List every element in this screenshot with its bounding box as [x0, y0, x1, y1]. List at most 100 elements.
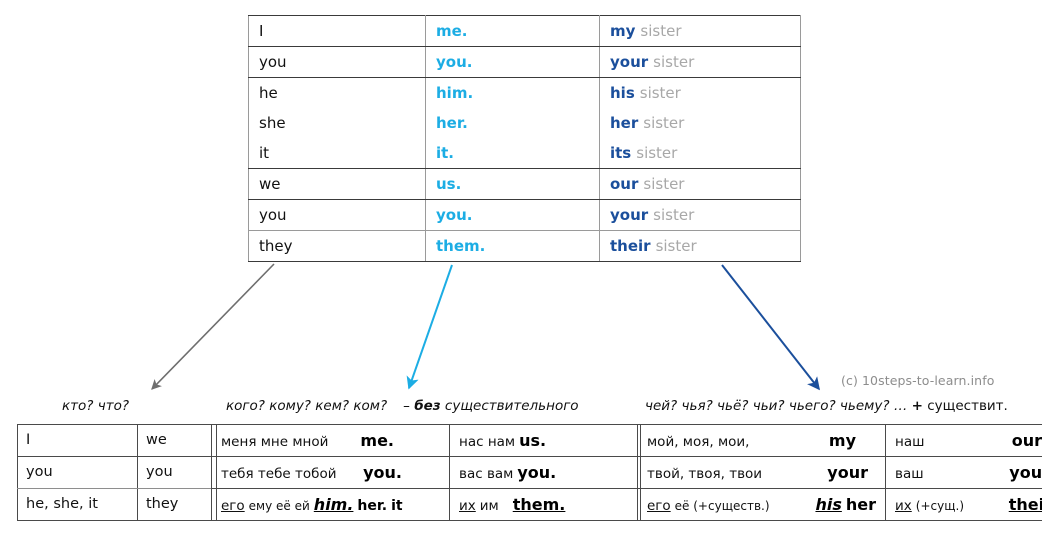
possessive-ru-underlined: его: [647, 498, 671, 514]
table-row: you you: [17, 456, 217, 489]
object-plural-cell: вас вам you.: [449, 456, 641, 489]
table-row: you you. your sister: [248, 46, 801, 78]
object-word: them.: [436, 237, 486, 255]
table-row: they them. their sister: [248, 230, 801, 262]
object-singular-cell: меня мне мной me.: [211, 424, 450, 457]
subject-cell: she: [248, 108, 426, 138]
subject-cell: he: [248, 77, 426, 108]
possessive-ru-forms: (+сущ.): [915, 499, 964, 513]
arrow-object: [406, 264, 453, 390]
object-en-form-him: him.: [313, 495, 354, 514]
possessive-ru-forms: ваш: [895, 466, 924, 482]
object-word: us.: [436, 175, 462, 193]
possessive-cell: your sister: [599, 199, 801, 231]
possessive-ru-underlined: их: [895, 498, 912, 514]
object-word: you.: [436, 53, 473, 71]
object-word: her.: [436, 114, 468, 132]
possessive-en-form-her: her: [845, 495, 876, 514]
object-caption-tail: существительного: [444, 398, 579, 414]
subject-cell: we: [248, 168, 426, 200]
possessive-plural-cell: ваш your: [885, 456, 1042, 489]
possessive-word: our: [610, 175, 639, 193]
plus-icon: +: [911, 398, 923, 414]
table-row: she her. her sister: [248, 108, 801, 138]
noun-word: sister: [643, 175, 685, 193]
object-en-form-them: them.: [512, 495, 566, 514]
object-ru-underlined: их: [459, 498, 476, 514]
object-singular-cell: тебя тебе тобой you.: [211, 456, 450, 489]
noun-word: sister: [640, 22, 682, 40]
possessive-word: my: [610, 22, 636, 40]
possessive-cell: their sister: [599, 230, 801, 262]
subject-cell: it: [248, 138, 426, 169]
possessive-cell: her sister: [599, 108, 801, 138]
table-row: I me. my sister: [248, 15, 801, 47]
pronoun-overview-table: I me. my sister you you. your sister he hi…: [248, 15, 801, 262]
table-row: тебя тебе тобой you. вас вам you.: [211, 456, 641, 489]
noun-word: sister: [653, 53, 695, 71]
object-ru-forms: ему её ей: [248, 499, 310, 513]
possessive-en-form: your: [1009, 463, 1042, 482]
possessive-ru-forms: её (+существ.): [674, 499, 770, 513]
possessive-plural-cell: их (+сущ.) their: [885, 488, 1042, 521]
possessive-section-caption: чей? чья? чьё? чьи? чьего? чьему? … + су…: [645, 398, 1008, 414]
possessive-ru-forms: наш: [895, 434, 925, 450]
possessive-cell: our sister: [599, 168, 801, 200]
noun-word: sister: [653, 206, 695, 224]
noun-word: sister: [643, 114, 685, 132]
possessive-en-form: your: [827, 463, 868, 482]
arrow-subject: [151, 263, 275, 390]
subject-singular-cell: you: [17, 456, 138, 489]
object-en-form: me.: [360, 431, 394, 450]
table-row: его ему её ей him. her. it их им them.: [211, 488, 641, 521]
subject-singular-cell: I: [17, 424, 138, 457]
possessive-cell: his sister: [599, 77, 801, 108]
object-cell: him.: [425, 77, 600, 108]
table-row: меня мне мной me. нас нам us.: [211, 424, 641, 457]
noun-word: sister: [636, 144, 678, 162]
possessive-word: your: [610, 53, 649, 71]
subject-cell: they: [248, 230, 426, 262]
object-en-form-it: it: [391, 498, 403, 514]
subject-singular-cell: he, she, it: [17, 488, 138, 521]
object-ru-forms: им: [479, 498, 499, 514]
table-row: he, she, it they: [17, 488, 217, 521]
object-ru-underlined: его: [221, 498, 245, 514]
object-cell: her.: [425, 108, 600, 138]
possessive-caption-questions: чей? чья? чьё? чьи? чьего? чьему?: [645, 398, 890, 414]
possessive-ru-forms: мой, моя, мои,: [647, 434, 750, 450]
possessive-ru-forms: твой, твоя, твои: [647, 466, 763, 482]
possessive-singular-cell: его её (+существ.) his her: [637, 488, 886, 521]
possessive-pronoun-table: мой, моя, мои, my наш our твой, твоя, тв…: [637, 424, 1042, 521]
object-ru-forms: меня мне мной: [221, 434, 329, 450]
table-row: he him. his sister: [248, 77, 801, 108]
table-row: you you. your sister: [248, 199, 801, 231]
object-section-caption: кого? кому? кем? ком? – без существительн…: [226, 398, 579, 414]
subject-cell: you: [248, 46, 426, 78]
object-en-form-her: her.: [357, 498, 388, 514]
possessive-en-form-their: their: [1008, 495, 1042, 514]
possessive-cell: your sister: [599, 46, 801, 78]
object-en-form: us.: [519, 431, 547, 450]
possessive-word: its: [610, 144, 632, 162]
arrow-possessive: [721, 264, 820, 391]
possessive-singular-cell: мой, моя, мои, my: [637, 424, 886, 457]
possessive-caption-ellipsis: …: [893, 398, 908, 414]
subject-cell: I: [248, 15, 426, 47]
table-row: it it. its sister: [248, 138, 801, 169]
object-caption-questions: кого? кому? кем? ком?: [226, 398, 388, 414]
object-cell: us.: [425, 168, 600, 200]
table-row: I we: [17, 424, 217, 457]
subject-pronoun-table: I we you you he, she, it they: [17, 424, 217, 521]
object-word: it.: [436, 144, 455, 162]
possessive-word: your: [610, 206, 649, 224]
possessive-singular-cell: твой, твоя, твои your: [637, 456, 886, 489]
possessive-cell: my sister: [599, 15, 801, 47]
table-row: we us. our sister: [248, 168, 801, 200]
subject-plural-cell: they: [137, 488, 217, 521]
object-word: me.: [436, 22, 468, 40]
subject-plural-cell: you: [137, 456, 217, 489]
object-plural-cell: их им them.: [449, 488, 641, 521]
table-row: твой, твоя, твои your ваш your: [637, 456, 1042, 489]
subject-cell: you: [248, 199, 426, 231]
